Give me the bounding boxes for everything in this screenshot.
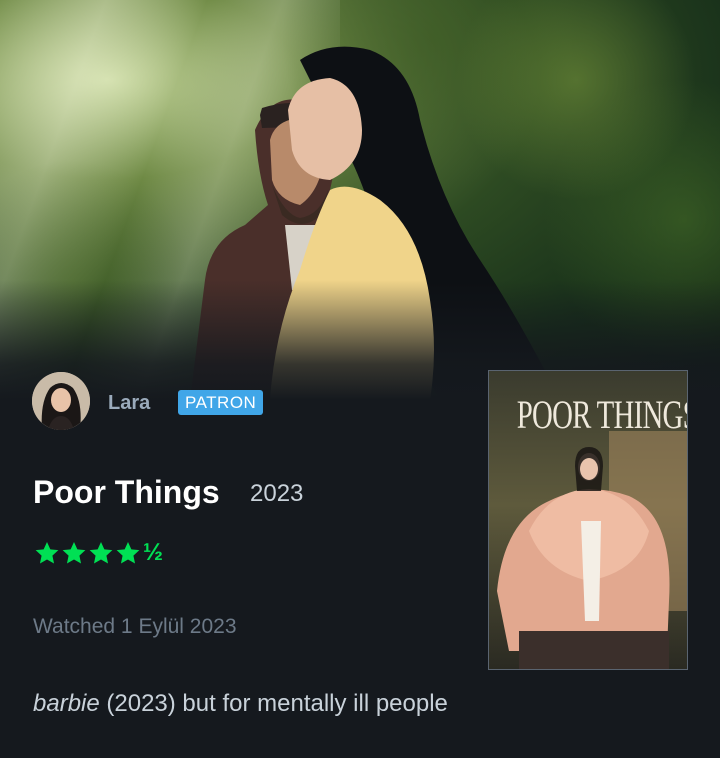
poster-title: POOR THINGS [516, 392, 688, 437]
star-rating: ½ [34, 540, 163, 566]
film-poster[interactable]: POOR THINGS [488, 370, 688, 670]
patron-badge: PATRON [178, 390, 264, 415]
watched-date: Watched 1 Eylül 2023 [33, 615, 237, 638]
star-icon [116, 541, 140, 564]
star-icon [62, 541, 86, 564]
star-icon [35, 541, 59, 564]
star-icon [89, 541, 113, 564]
review-text-rest: (2023) but for mentally ill people [99, 690, 448, 717]
film-year[interactable]: 2023 [250, 480, 303, 508]
review-text-emphasis: barbie [33, 690, 100, 717]
backdrop-image [0, 0, 720, 400]
avatar-image [32, 372, 90, 430]
review-page: Lara PATRON Poor Things 2023 ½ Watched 1… [0, 0, 720, 758]
avatar[interactable] [32, 372, 90, 430]
review-text: barbie (2023) but for mentally ill peopl… [33, 690, 448, 718]
half-star: ½ [143, 539, 164, 566]
film-title[interactable]: Poor Things [33, 474, 220, 511]
username[interactable]: Lara [108, 392, 150, 415]
